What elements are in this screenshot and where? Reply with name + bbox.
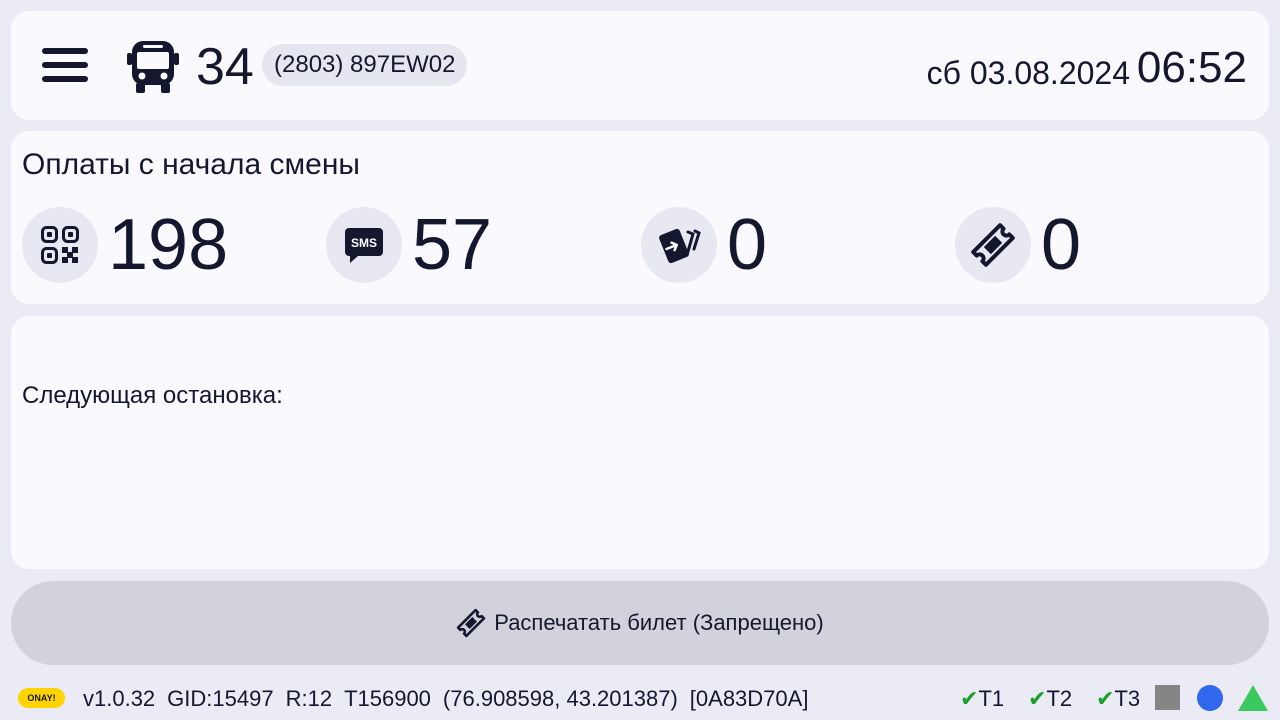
vehicle-id-badge: (2803) 897EW02 (262, 44, 468, 86)
t3-indicator: ✔T3 (1096, 685, 1140, 713)
card-tap-icon (641, 207, 717, 283)
green-triangle-status-icon (1238, 685, 1268, 711)
t2-indicator: ✔T2 (1028, 685, 1072, 713)
header-bar: 34 (2803) 897EW02 сб 03.08.2024 06:52 (11, 11, 1269, 120)
card-payments-count: 0 (727, 205, 768, 285)
check-icon: ✔ (960, 686, 979, 711)
current-time: 06:52 (1136, 43, 1247, 92)
t1-label: T1 (978, 686, 1005, 711)
sms-icon: SMS (326, 207, 402, 283)
sms-payments-count: 57 (412, 205, 493, 285)
svg-text:SMS: SMS (351, 236, 377, 250)
payments-title: Оплаты с начала смены (22, 148, 360, 181)
hamburger-menu-icon[interactable] (42, 48, 88, 82)
qr-payments-count: 198 (108, 205, 229, 285)
next-stop-panel: Следующая остановка: (11, 316, 1269, 569)
ticket-icon (955, 207, 1031, 283)
r-value: R:12 (285, 686, 333, 711)
check-icon: ✔ (1096, 686, 1115, 711)
print-ticket-label: Распечатать билет (Запрещено) (494, 610, 824, 635)
check-icon: ✔ (1028, 686, 1047, 711)
ticket-icon (457, 608, 486, 638)
gid-value: GID:15497 (167, 686, 274, 711)
onay-logo: ONAY! (18, 688, 65, 708)
payments-panel: Оплаты с начала смены 198 SMS 57 0 0 (11, 131, 1269, 304)
device-hex-id: [0A83D70A] (689, 686, 809, 711)
gray-square-status-icon (1155, 685, 1180, 710)
bus-icon (127, 41, 179, 93)
qr-code-icon (22, 207, 98, 283)
current-date: сб 03.08.2024 (926, 55, 1130, 91)
blue-dot-status-icon (1197, 685, 1223, 711)
system-info: v1.0.32 GID:15497 R:12 T156900 (76.908598, 4… (83, 685, 820, 713)
t2-label: T2 (1046, 686, 1073, 711)
t1-indicator: ✔T1 (960, 685, 1004, 713)
print-ticket-button[interactable]: Распечатать билет (Запрещено) (11, 581, 1269, 665)
ticket-payments-count: 0 (1041, 205, 1082, 285)
t-value: T156900 (344, 686, 431, 711)
next-stop-label: Следующая остановка: (22, 382, 283, 409)
route-number: 34 (196, 38, 254, 96)
gps-coordinates: (76.908598, 43.201387) (442, 686, 678, 711)
t3-label: T3 (1114, 686, 1141, 711)
app-version: v1.0.32 (83, 686, 156, 711)
status-bar: ONAY! v1.0.32 GID:15497 R:12 T156900 (76.908… (0, 676, 1280, 720)
